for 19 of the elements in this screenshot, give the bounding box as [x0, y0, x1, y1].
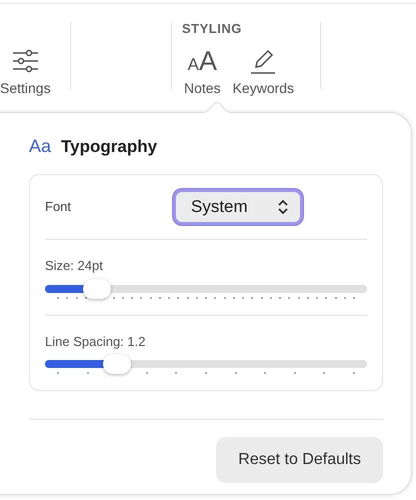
slider-label: Line Spacing: 1.2 [45, 332, 146, 351]
section-label: STYLING [182, 20, 242, 38]
reset-button[interactable]: Reset to Defaults [216, 437, 383, 483]
slider[interactable] [45, 354, 367, 374]
typography-icon: Aa [29, 133, 52, 160]
toolbar-button[interactable]: Keywords [228, 44, 298, 99]
toolbar-button[interactable]: AA Notes [180, 44, 225, 99]
text-size-icon: AA [188, 48, 217, 74]
slider-label: Size: 24pt [45, 257, 104, 275]
slider[interactable] [45, 278, 367, 298]
pencil-icon [250, 48, 276, 74]
toolbar-button[interactable]: Settings [0, 44, 53, 99]
slider-thumb[interactable] [103, 354, 132, 374]
field-label: Font [45, 198, 72, 216]
section-title: Typography [61, 136, 158, 158]
chevron-updown-icon [278, 200, 288, 214]
sliders-icon [12, 49, 38, 73]
font-select[interactable]: System [173, 189, 303, 225]
slider-thumb[interactable] [82, 278, 111, 298]
